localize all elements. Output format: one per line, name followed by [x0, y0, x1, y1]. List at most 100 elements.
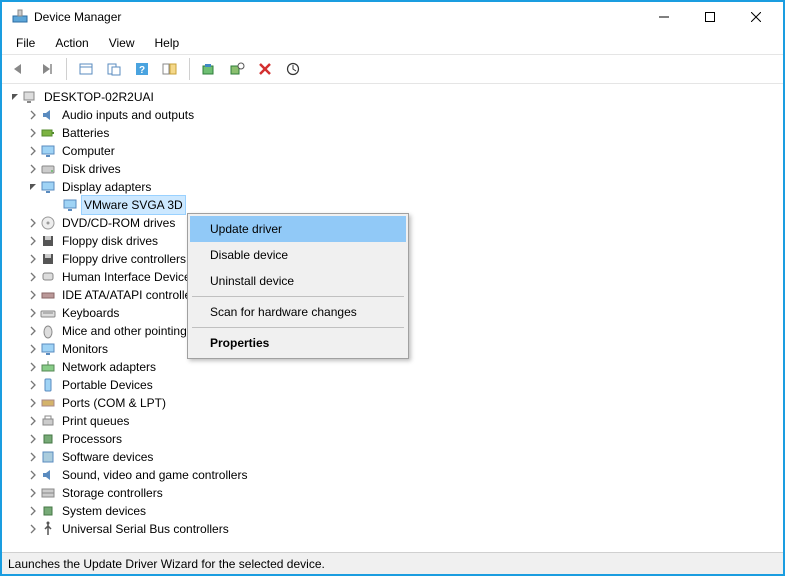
back-button[interactable] [8, 58, 30, 80]
properties-button[interactable] [103, 58, 125, 80]
minimize-button[interactable] [641, 2, 687, 32]
node-label: Floppy disk drives [60, 232, 160, 250]
tree-node-computer[interactable]: Computer [4, 142, 781, 160]
node-label: DVD/CD-ROM drives [60, 214, 177, 232]
menu-view[interactable]: View [101, 34, 143, 52]
node-label: Keyboards [60, 304, 121, 322]
tree-node-usb[interactable]: Universal Serial Bus controllers [4, 520, 781, 538]
monitor-icon [40, 179, 56, 195]
context-menu-item[interactable]: Update driver [190, 216, 406, 242]
context-menu: Update driverDisable deviceUninstall dev… [187, 213, 409, 359]
show-hidden-button[interactable] [75, 58, 97, 80]
node-label: Audio inputs and outputs [60, 106, 196, 124]
toolbar: ? [2, 54, 783, 84]
tree-node-disk[interactable]: Disk drives [4, 160, 781, 178]
tree-expander[interactable] [26, 398, 40, 408]
help-button[interactable]: ? [131, 58, 153, 80]
node-label: System devices [60, 502, 148, 520]
tree-expander[interactable] [26, 272, 40, 282]
tree-expander[interactable] [26, 344, 40, 354]
node-label: Batteries [60, 124, 111, 142]
node-label: Processors [60, 430, 124, 448]
speaker-icon [40, 467, 56, 483]
storage-icon [40, 485, 56, 501]
node-label: Computer [60, 142, 117, 160]
tree-node-printq[interactable]: Print queues [4, 412, 781, 430]
tree-expander[interactable] [26, 452, 40, 462]
menubar: File Action View Help [2, 32, 783, 54]
tree-node-display[interactable]: Display adapters [4, 178, 781, 196]
tree-node-proc[interactable]: Processors [4, 430, 781, 448]
disk-icon [40, 161, 56, 177]
close-button[interactable] [733, 2, 779, 32]
monitor-icon [40, 341, 56, 357]
tree-expander[interactable] [26, 524, 40, 534]
tree-node-sysdev[interactable]: System devices [4, 502, 781, 520]
tree-node-portable[interactable]: Portable Devices [4, 376, 781, 394]
tree-node-sound[interactable]: Sound, video and game controllers [4, 466, 781, 484]
computer-icon [22, 89, 38, 105]
menu-help[interactable]: Help [147, 34, 188, 52]
tree-expander[interactable] [26, 164, 40, 174]
tree-node-ports[interactable]: Ports (COM & LPT) [4, 394, 781, 412]
tree-expander[interactable] [8, 93, 22, 102]
tree-expander[interactable] [26, 362, 40, 372]
tree-expander[interactable] [26, 470, 40, 480]
monitor-icon [40, 143, 56, 159]
context-menu-item[interactable]: Scan for hardware changes [190, 299, 406, 325]
tree-node-network[interactable]: Network adapters [4, 358, 781, 376]
tree-expander[interactable] [26, 183, 40, 192]
uninstall-button[interactable] [254, 58, 276, 80]
maximize-button[interactable] [687, 2, 733, 32]
node-label: Software devices [60, 448, 155, 466]
tree-node-storage[interactable]: Storage controllers [4, 484, 781, 502]
tree-expander[interactable] [26, 236, 40, 246]
forward-button[interactable] [36, 58, 58, 80]
tree-root[interactable]: DESKTOP-02R2UAI [4, 88, 781, 106]
toggle-console-button[interactable] [159, 58, 181, 80]
chip-icon [40, 503, 56, 519]
app-icon [12, 9, 28, 25]
node-label: IDE ATA/ATAPI controllers [60, 286, 203, 304]
tree-node-batteries[interactable]: Batteries [4, 124, 781, 142]
tree-expander[interactable] [26, 434, 40, 444]
tree-expander[interactable] [26, 110, 40, 120]
tree-expander[interactable] [26, 254, 40, 264]
context-menu-item[interactable]: Disable device [190, 242, 406, 268]
tree-expander[interactable] [26, 326, 40, 336]
context-menu-item[interactable]: Properties [190, 330, 406, 356]
cd-icon [40, 215, 56, 231]
statusbar: Launches the Update Driver Wizard for th… [2, 552, 783, 574]
node-label: Print queues [60, 412, 131, 430]
floppy-icon [40, 233, 56, 249]
speaker-icon [40, 107, 56, 123]
node-label: Monitors [60, 340, 110, 358]
tree-expander[interactable] [26, 416, 40, 426]
context-menu-item[interactable]: Uninstall device [190, 268, 406, 294]
tree-expander[interactable] [26, 218, 40, 228]
tree-expander[interactable] [26, 488, 40, 498]
ports-icon [40, 395, 56, 411]
node-label: Display adapters [60, 178, 153, 196]
tree-node-softdev[interactable]: Software devices [4, 448, 781, 466]
tree-expander[interactable] [26, 506, 40, 516]
menu-file[interactable]: File [8, 34, 43, 52]
refresh-button[interactable] [282, 58, 304, 80]
scan-hardware-button[interactable] [226, 58, 248, 80]
tree-expander[interactable] [26, 380, 40, 390]
tree-expander[interactable] [26, 290, 40, 300]
tree-expander[interactable] [26, 308, 40, 318]
node-label: Storage controllers [60, 484, 165, 502]
tree-expander[interactable] [26, 146, 40, 156]
menu-action[interactable]: Action [47, 34, 96, 52]
node-label: Portable Devices [60, 376, 155, 394]
titlebar[interactable]: Device Manager [2, 2, 783, 32]
node-label: DESKTOP-02R2UAI [42, 88, 156, 106]
tree-expander[interactable] [26, 128, 40, 138]
node-label: Universal Serial Bus controllers [60, 520, 231, 538]
node-label: VMware SVGA 3D [82, 196, 185, 214]
update-driver-button[interactable] [198, 58, 220, 80]
tree-node-vmware-svga[interactable]: VMware SVGA 3D [4, 196, 781, 214]
tree-node-audio[interactable]: Audio inputs and outputs [4, 106, 781, 124]
window-controls [641, 2, 779, 32]
